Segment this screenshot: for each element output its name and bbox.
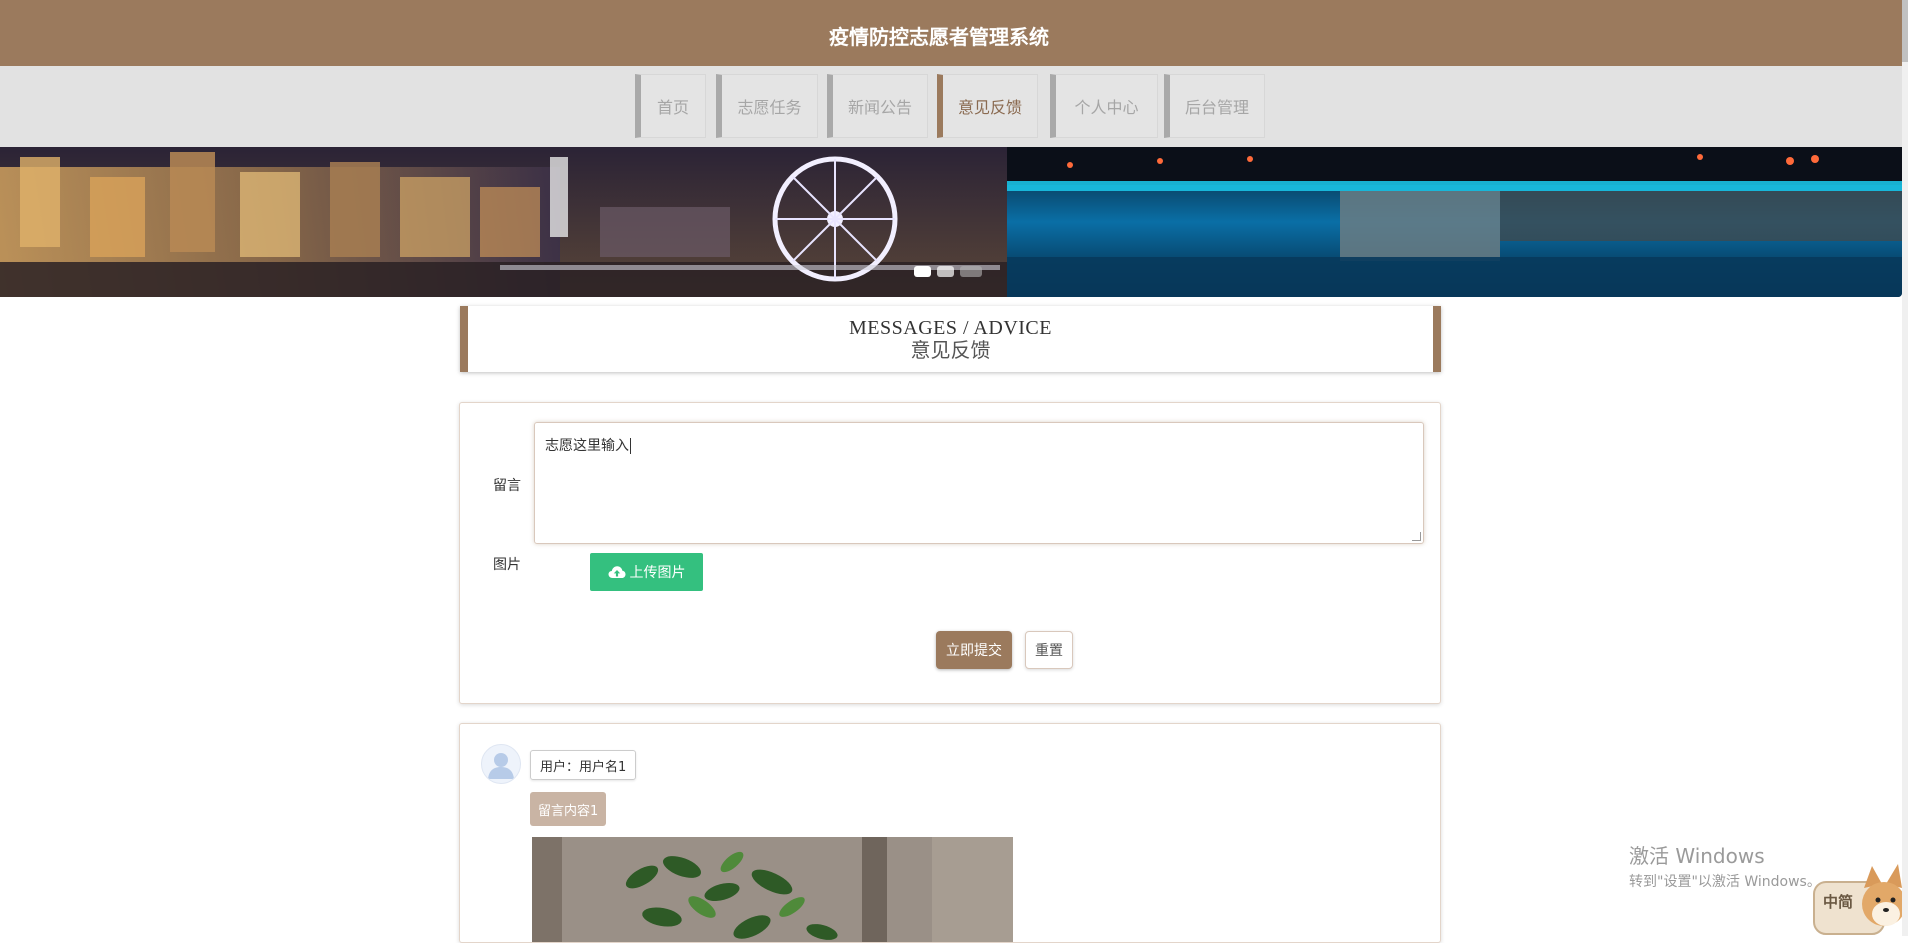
message-item: 用户：用户名1 留言内容1 — [459, 723, 1441, 943]
nav-item-home[interactable]: 首页 — [635, 74, 706, 138]
carousel-dot[interactable] — [960, 266, 982, 277]
nav-item-news[interactable]: 新闻公告 — [827, 74, 928, 138]
nav-item-feedback[interactable]: 意见反馈 — [937, 74, 1038, 138]
carousel-dots — [914, 266, 982, 277]
message-label: 留言 — [493, 478, 521, 494]
avatar — [481, 744, 521, 784]
cloud-upload-icon — [608, 566, 625, 578]
carousel-dot[interactable] — [914, 266, 931, 277]
plant-photo — [532, 837, 1013, 942]
submit-button[interactable]: 立即提交 — [936, 631, 1012, 669]
message-content: 留言内容1 — [530, 792, 607, 826]
upload-label: 上传图片 — [629, 565, 686, 581]
message-text: 志愿这里输入 — [545, 438, 629, 454]
ime-mascot[interactable]: 中简 — [1812, 858, 1908, 936]
text-caret — [630, 438, 631, 454]
nav-item-admin[interactable]: 后台管理 — [1164, 74, 1265, 138]
ime-label: 中简 — [1823, 893, 1854, 911]
section-title-en: MESSAGES / ADVICE — [849, 317, 1052, 339]
carousel-dot[interactable] — [937, 266, 954, 277]
feedback-form: 留言 志愿这里输入 图片 上传图片 立即提交 重置 — [459, 402, 1441, 704]
message-image — [532, 837, 1013, 942]
windows-activation-watermark: 激活 Windows 转到"设置"以激活 Windows。 — [1629, 840, 1821, 891]
scrollbar-thumb[interactable] — [1902, 0, 1908, 62]
section-title-cn: 意见反馈 — [910, 340, 991, 362]
section-header: MESSAGES / ADVICE 意见反馈 — [460, 306, 1441, 372]
upload-image-button[interactable]: 上传图片 — [590, 553, 703, 591]
banner-carousel[interactable] — [0, 147, 1902, 297]
message-textarea[interactable]: 志愿这里输入 — [534, 422, 1424, 544]
image-label: 图片 — [493, 557, 521, 573]
resize-handle[interactable] — [1412, 532, 1421, 541]
nav-item-volunteer-tasks[interactable]: 志愿任务 — [716, 74, 818, 138]
user-avatar-icon — [488, 753, 514, 779]
activation-line-1: 激活 Windows — [1629, 844, 1765, 868]
activation-line-2: 转到"设置"以激活 Windows。 — [1629, 874, 1821, 890]
top-header: 疫情防控志愿者管理系统 — [0, 0, 1908, 66]
message-user: 用户：用户名1 — [530, 750, 637, 780]
reset-button[interactable]: 重置 — [1025, 631, 1073, 669]
nav-item-personal-center[interactable]: 个人中心 — [1050, 74, 1158, 138]
site-title: 疫情防控志愿者管理系统 — [829, 25, 1049, 49]
page-scrollbar[interactable] — [1902, 0, 1908, 936]
main-nav: 首页 志愿任务 新闻公告 意见反馈 个人中心 后台管理 — [0, 66, 1902, 147]
